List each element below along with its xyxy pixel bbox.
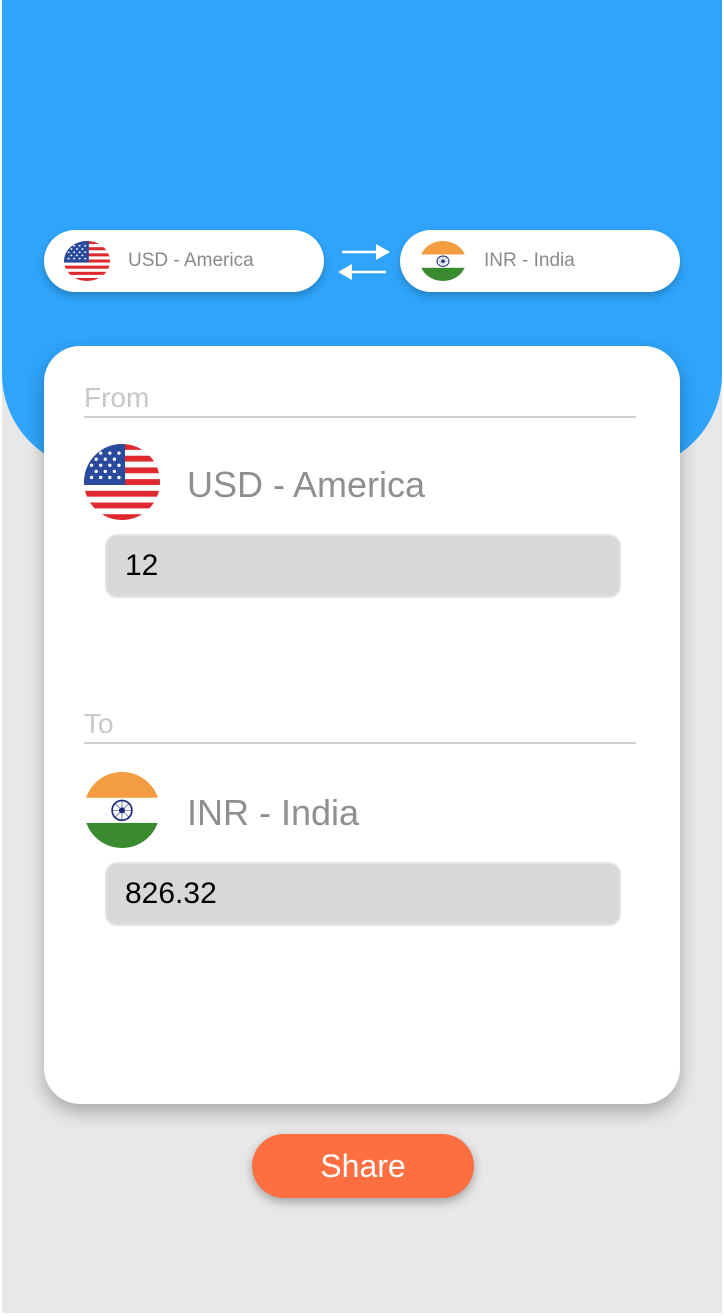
india-flag-icon (420, 241, 466, 281)
from-divider (84, 416, 636, 418)
app-screen: USD - America INR - India From USD - Ame… (2, 0, 722, 1313)
us-flag-icon (64, 241, 110, 281)
from-currency-selector-label: USD - America (128, 250, 254, 271)
to-divider (84, 742, 636, 744)
india-flag-icon (84, 772, 160, 848)
to-currency-name: INR - India (187, 792, 360, 833)
share-button[interactable]: Share (252, 1134, 474, 1198)
from-currency-name: USD - America (187, 464, 426, 505)
from-amount-input[interactable] (105, 534, 621, 598)
from-section-label: From (84, 382, 150, 413)
from-currency-selector[interactable]: USD - America (44, 230, 324, 292)
us-flag-icon (84, 444, 160, 520)
to-section-label: To (84, 708, 114, 739)
converter-card: From USD - America To INR - India (44, 346, 680, 1104)
swap-arrows-icon[interactable] (336, 240, 392, 284)
to-amount-input[interactable] (105, 862, 621, 926)
to-currency-selector-label: INR - India (484, 250, 575, 271)
to-currency-selector[interactable]: INR - India (400, 230, 680, 292)
